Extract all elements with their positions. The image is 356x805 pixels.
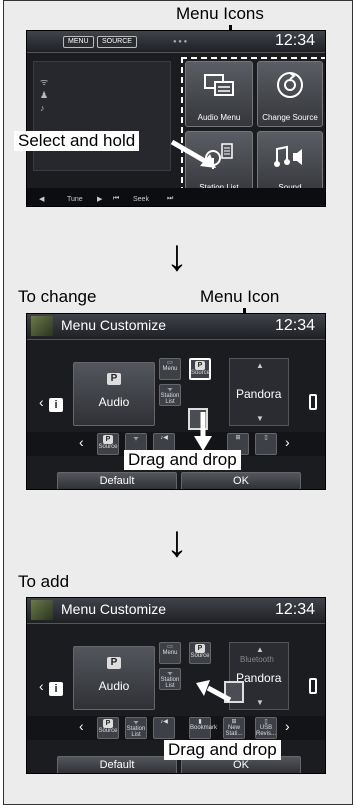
to-change-callout: To change [18, 287, 97, 306]
menu-button[interactable]: MENU [63, 36, 94, 48]
leaf-icon [31, 316, 53, 336]
audio-panel[interactable]: P Audio [73, 646, 155, 710]
home-topbar: MENU SOURCE ● ● ● 12:34 [27, 31, 325, 53]
drag-down-arrow [194, 412, 212, 451]
clock: 12:34 [274, 32, 315, 49]
drag-left-arrow [196, 680, 232, 703]
tray-usb-icon[interactable]: ▯ USB Revis... [255, 717, 277, 739]
home-screen: MENU SOURCE ● ● ● 12:34 ᯤ ♟ ♪ Audio Menu C… [26, 30, 326, 207]
tray-right-icon[interactable]: › [285, 434, 290, 450]
ok-button[interactable]: OK [181, 472, 301, 489]
down-arrow-1: ↓ [166, 231, 188, 280]
tray-source-icon[interactable]: P Source [97, 433, 119, 455]
menu-icon-callout: Menu Icon [200, 287, 280, 306]
tray-label: Bookmark [190, 725, 218, 731]
mini-label: Source [190, 653, 210, 659]
drag-drop-callout-1: Drag and drop [124, 450, 241, 470]
chevron-left-icon[interactable]: ‹ [39, 678, 44, 694]
tray-label: Source [98, 728, 118, 734]
source-button[interactable]: SOURCE [97, 36, 137, 48]
screen-title: Menu Customize [61, 317, 167, 333]
tray-usb-icon[interactable]: ▯ [255, 433, 277, 455]
mini-label: Menu [162, 650, 178, 656]
menu-icons-callout: Menu Icons [176, 4, 264, 23]
customize-topbar: Menu Customize 12:34 [27, 314, 325, 340]
source-mini-icon[interactable]: P Source [189, 358, 211, 380]
mini-label: Menu [162, 366, 178, 372]
info-icon[interactable]: i [49, 682, 63, 696]
tray-label: Source [98, 444, 118, 450]
to-add-callout: To add [18, 572, 70, 591]
scroll-down-icon[interactable]: ▼ [256, 698, 264, 707]
phone-icon[interactable] [309, 394, 317, 410]
tune-prev-icon[interactable]: ◀ [39, 195, 44, 203]
station-list-mini-icon[interactable]: ᯤ Station List [159, 384, 181, 406]
select-hold-arrow [170, 139, 216, 168]
tray-right-icon[interactable]: › [285, 718, 290, 734]
screen-title: Menu Customize [61, 601, 167, 617]
tray-label: USB Revis... [256, 725, 277, 737]
source-selector[interactable]: ▲ Pandora ▼ [229, 358, 289, 426]
mini-label: Source [191, 370, 211, 376]
tray-left-icon[interactable]: ‹ [79, 434, 84, 450]
home-bottombar: ◀ Tune ▶ ⏮ Seek ⏭ [27, 188, 325, 206]
seek-label[interactable]: Seek [133, 196, 149, 203]
source-name: Pandora [236, 387, 282, 401]
customize-topbar: Menu Customize 12:34 [27, 598, 325, 624]
seek-next-icon[interactable]: ⏭ [167, 195, 173, 203]
info-icon[interactable]: i [49, 398, 63, 412]
phone-icon[interactable] [309, 678, 317, 694]
clock: 12:34 [274, 317, 315, 334]
menu-mini-icon[interactable]: ▭ Menu [159, 642, 181, 664]
scroll-down-icon[interactable]: ▼ [256, 414, 264, 423]
default-button[interactable]: Default [57, 756, 177, 773]
chevron-left-icon[interactable]: ‹ [39, 394, 44, 410]
seek-prev-icon[interactable]: ⏮ [113, 195, 119, 203]
tune-next-icon[interactable]: ▶ [97, 195, 102, 203]
tray-label: New Stati... [225, 725, 243, 737]
source-mini-icon[interactable]: P Source [189, 642, 211, 664]
menu-mini-icon[interactable]: ▭ Menu [159, 358, 181, 380]
track-info-icons: ᯤ ♟ ♪ [40, 77, 49, 113]
icon-tray: ‹ P Source ᯤ Station List ♪◀ ▮ Bookmark ⊞ Ne… [27, 716, 325, 740]
tray-station-icon[interactable]: ᯤ Station List [125, 717, 147, 739]
pandora-p-icon: P [107, 657, 121, 669]
page-dots: ● ● ● [173, 39, 188, 45]
tray-sound-icon[interactable]: ♪◀ [153, 717, 175, 739]
tune-label[interactable]: Tune [67, 196, 83, 203]
scroll-up-icon[interactable]: ▲ [256, 361, 264, 370]
audio-label: Audio [98, 679, 130, 693]
tray-bookmark-icon[interactable]: ▮ Bookmark [189, 717, 218, 739]
scroll-up-icon[interactable]: ▲ [256, 645, 264, 654]
audio-label: Audio [98, 395, 130, 409]
mini-label: Station List [160, 677, 180, 689]
down-arrow-2: ↓ [166, 517, 188, 566]
tray-label: Station List [126, 726, 146, 738]
station-list-mini-icon[interactable]: ᯤ Station List [159, 668, 181, 690]
leaf-icon [31, 600, 53, 620]
select-hold-callout: Select and hold [14, 131, 140, 151]
tray-source-icon[interactable]: P Source [97, 717, 119, 739]
tray-new-station-icon[interactable]: ⊞ New Stati... [223, 717, 245, 739]
menu-icons-highlight [181, 57, 325, 203]
default-button[interactable]: Default [57, 472, 177, 489]
now-playing-panel: ᯤ ♟ ♪ [33, 61, 171, 171]
audio-panel[interactable]: P Audio [73, 362, 155, 426]
pandora-p-icon: P [107, 373, 121, 385]
clock: 12:34 [274, 601, 315, 618]
tray-left-icon[interactable]: ‹ [79, 718, 84, 734]
source-prev-name: Bluetooth [240, 655, 274, 664]
mini-label: Station List [160, 393, 180, 405]
drag-drop-callout-2: Drag and drop [164, 740, 281, 760]
